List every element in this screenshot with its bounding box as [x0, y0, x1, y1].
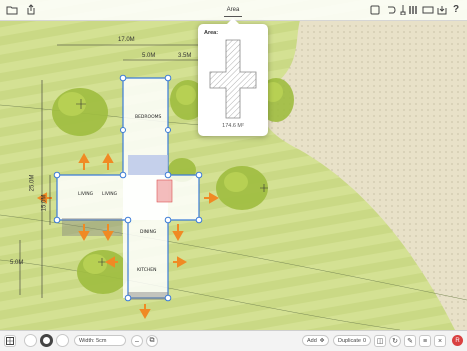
tab-area[interactable]: Area	[224, 4, 242, 17]
folder-icon[interactable]	[6, 3, 18, 16]
help-icon[interactable]: ?	[452, 3, 460, 16]
area-popup: Area: 174.6 M²	[198, 18, 268, 136]
room-label-kitchen: KITCHEN	[137, 268, 157, 273]
bottom-toolbar: Width: 5cm – ⧉ Add ✥ Duplicate 0 ◫ ↻ ✎ ≡…	[0, 330, 467, 351]
stroke-thick-button[interactable]	[40, 334, 53, 347]
duplicate-label: Duplicate	[338, 337, 361, 344]
duplicate-button[interactable]: Duplicate 0	[333, 335, 371, 346]
tree	[216, 166, 268, 210]
tree	[77, 250, 129, 294]
stack-icon[interactable]: ◫	[374, 335, 386, 347]
room-label-living2: LIVING	[102, 192, 118, 197]
dimension-right-segment: 3.5M	[178, 53, 192, 59]
grid-icon[interactable]	[4, 335, 16, 347]
add-label: Add	[307, 337, 317, 344]
import-icon[interactable]	[437, 3, 447, 16]
rotate-icon[interactable]: ↻	[389, 335, 401, 347]
duplicate-count: 0	[362, 337, 366, 344]
area-popup-title: Area:	[204, 30, 219, 36]
stroke-thin-button[interactable]	[24, 334, 37, 347]
add-button[interactable]: Add ✥	[302, 335, 329, 346]
dimension-small-left: 5.0M	[10, 260, 24, 266]
room-label-bedrooms: BEDROOMS	[135, 115, 162, 120]
tree	[52, 88, 108, 136]
stroke-swatch[interactable]	[56, 334, 69, 347]
close-icon[interactable]: ×	[434, 335, 446, 347]
dimension-top-width: 17.0M	[118, 37, 135, 43]
record-button[interactable]: R	[452, 335, 463, 346]
list-icon[interactable]: ≡	[419, 335, 431, 347]
edit-icon[interactable]: ✎	[404, 335, 416, 347]
width-selector[interactable]: Width: 5cm	[74, 335, 126, 346]
pencils-icon[interactable]	[408, 3, 418, 16]
undo-icon[interactable]	[386, 3, 396, 16]
dimension-height-outer: 25.0M	[29, 174, 36, 192]
area-value: 174.6 M²	[222, 123, 244, 129]
share-icon[interactable]	[26, 3, 36, 16]
calculator-icon[interactable]	[370, 3, 380, 16]
room-label-dining: DINING	[140, 230, 157, 235]
room-label-living: LIVING	[78, 192, 94, 197]
minus-icon[interactable]: –	[131, 335, 143, 347]
dimension-left-segment: 5.0M	[142, 53, 156, 59]
copy-icon[interactable]: ⧉	[146, 335, 158, 347]
cross-shape-preview	[209, 39, 257, 119]
dimension-height-inner: 15.0M	[41, 194, 48, 212]
move-icon: ✥	[319, 337, 325, 344]
layers-icon[interactable]	[422, 3, 434, 16]
brush-icon[interactable]	[399, 3, 407, 16]
